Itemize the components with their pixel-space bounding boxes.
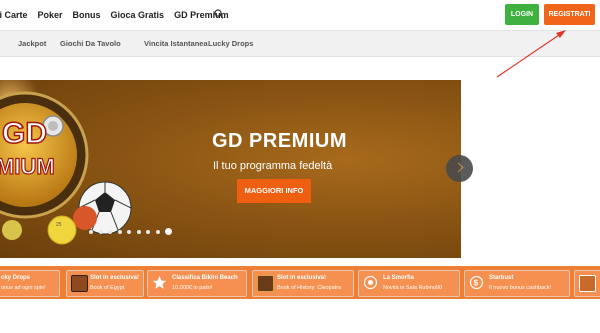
nav-link-bonus[interactable]: Bonus xyxy=(73,10,101,20)
nav-link-poker[interactable]: Poker xyxy=(38,10,63,20)
search-icon[interactable] xyxy=(214,9,224,19)
category-nav: i Jackpot Giochi Da Tavolo Vincita Istan… xyxy=(0,31,600,57)
ticker-card-title: Classifica Bikini Beach xyxy=(172,275,238,281)
ticker-card[interactable]: $ Starbust Il nuovo bonus cashback! xyxy=(464,270,570,297)
carousel-dot[interactable] xyxy=(136,230,141,234)
star-icon xyxy=(152,276,167,289)
smorfia-icon xyxy=(363,275,378,290)
ticker-card[interactable]: Classifica Bikini Beach 10.000€ in palio… xyxy=(147,270,247,297)
main-nav: di Carte Poker Bonus Gioca Gratis GD Pre… xyxy=(0,10,229,20)
cashback-icon: $ xyxy=(469,275,484,290)
category-item-jackpot[interactable]: Jackpot xyxy=(18,39,46,48)
ticker-card-title: La Smorfia xyxy=(383,275,415,281)
login-button[interactable]: LOGIN xyxy=(505,4,539,25)
ticker-card-subtitle: 10.000€ in palio! xyxy=(172,285,213,291)
promo-ticker: cky Drops onus ad ogni spin! Slot in esc… xyxy=(0,266,600,299)
ticker-card-subtitle: Book of Egypt xyxy=(90,285,125,291)
hero-logo-top: GD xyxy=(2,117,47,150)
carousel-dot[interactable] xyxy=(89,230,93,234)
register-button[interactable]: REGISTRATI xyxy=(544,4,595,25)
hero-subtitle: Il tuo programma fedeltà xyxy=(213,160,333,172)
hero-title: GD PREMIUM xyxy=(212,130,347,152)
book-of-egypt-thumbnail xyxy=(71,275,88,292)
carousel-dot[interactable] xyxy=(117,230,122,234)
page: di Carte Poker Bonus Gioca Gratis GD Pre… xyxy=(0,0,600,333)
carousel-next-button[interactable] xyxy=(446,155,473,182)
nav-link-carte[interactable]: di Carte xyxy=(0,10,28,20)
ticker-card-subtitle: onus ad ogni spin! xyxy=(1,285,46,291)
category-item-lucky-drops[interactable]: Lucky Drops xyxy=(208,39,253,48)
carousel-dot[interactable] xyxy=(127,230,131,234)
ticker-card[interactable] xyxy=(574,270,600,297)
ticker-card[interactable]: La Smorfia Novità in Sala Rubino90 xyxy=(358,270,460,297)
ticker-card-title: cky Drops xyxy=(1,275,31,281)
ticker-card-subtitle: Il nuovo bonus cashback! xyxy=(489,285,552,291)
ticker-card[interactable]: cky Drops onus ad ogni spin! xyxy=(0,270,60,297)
ticker-card-title: Slot in esclusiva! xyxy=(277,275,327,281)
promo-thumbnail xyxy=(579,275,596,292)
cleopatra-thumbnail xyxy=(257,275,274,292)
svg-text:$: $ xyxy=(474,279,479,288)
ticker-card-title: Slot in esclusiva! xyxy=(90,275,140,281)
more-info-button[interactable]: MAGGIORI INFO xyxy=(237,179,311,203)
hero-banner[interactable]: GD MIUM 25 GD PREMIUM Il tuo programma f… xyxy=(0,80,461,258)
ticker-card-subtitle: Book of History: Cleopatra xyxy=(277,285,342,291)
nav-link-gioca-gratis[interactable]: Gioca Gratis xyxy=(111,10,165,20)
carousel-dot[interactable] xyxy=(155,230,160,234)
ticker-card[interactable]: Slot in esclusiva! Book of History: Cleo… xyxy=(252,270,354,297)
ticker-card-subtitle: Novità in Sala Rubino90 xyxy=(383,285,443,291)
ticker-card[interactable]: Slot in esclusiva! Book of Egypt xyxy=(66,270,144,297)
carousel-dot[interactable] xyxy=(165,228,172,235)
carousel-dot[interactable] xyxy=(108,230,112,234)
ticker-card-title: Starbust xyxy=(489,275,514,281)
carousel-dot[interactable] xyxy=(146,230,150,234)
category-item-vincita-istantanea[interactable]: Vincita Istantanea xyxy=(144,39,208,48)
hero-logo-bottom: MIUM xyxy=(0,154,55,179)
carousel-dot[interactable] xyxy=(98,230,103,234)
svg-text:25: 25 xyxy=(56,222,62,228)
category-item-giochi-da-tavolo[interactable]: Giochi Da Tavolo xyxy=(60,39,121,48)
top-navbar: di Carte Poker Bonus Gioca Gratis GD Pre… xyxy=(0,0,600,31)
